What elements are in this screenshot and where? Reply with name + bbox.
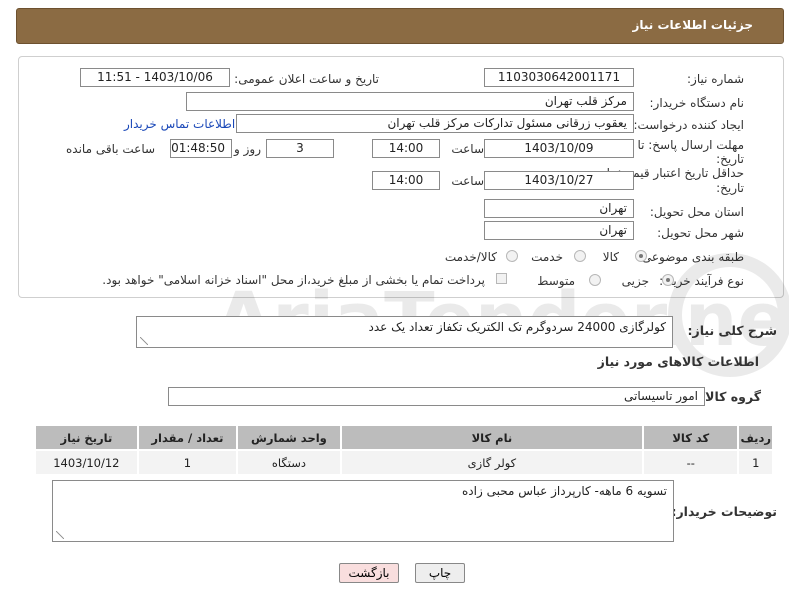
cell-qty: 1	[136, 449, 239, 476]
buyer-org-label: نام دستگاه خریدار:	[649, 96, 745, 110]
col-date: تاریخ نیاز	[34, 424, 139, 451]
description-text: کولرگازی 24000 سردوگرم تک الکتریک تکفاز …	[368, 320, 666, 334]
purchase-medium-radio[interactable]	[589, 274, 601, 286]
goods-group-field[interactable]: امور تاسیساتی	[168, 387, 705, 406]
page-header: جزئیات اطلاعات نیاز	[16, 8, 784, 44]
col-unit: واحد شمارش	[236, 424, 342, 451]
buyer-notes-label: توضیحات خریدار:	[671, 504, 777, 519]
creator-label: ایجاد کننده درخواست:	[633, 118, 744, 132]
category-goods-service-label: کالا/خدمت	[444, 250, 497, 264]
buyer-notes-text: تسویه 6 ماهه- کارپرداز عباس محبی زاده	[462, 484, 667, 498]
contact-info-link[interactable]: اطلاعات تماس خریدار	[124, 117, 235, 131]
reply-deadline-label-2: تاریخ:	[716, 152, 744, 166]
purchase-minor-radio[interactable]	[662, 274, 674, 286]
price-date-field[interactable]: 1403/10/27	[484, 171, 634, 190]
page-title: جزئیات اطلاعات نیاز	[632, 18, 753, 32]
need-number-label: شماره نیاز:	[687, 72, 744, 86]
reply-deadline-label: مهلت ارسال پاسخ: تا	[637, 138, 744, 152]
cell-unit: دستگاه	[236, 449, 342, 476]
price-time-field[interactable]: 14:00	[372, 171, 440, 190]
reply-date-field[interactable]: 1403/10/09	[484, 139, 634, 158]
category-service-label: خدمت	[531, 250, 563, 264]
description-field[interactable]: کولرگازی 24000 سردوگرم تک الکتریک تکفاز …	[136, 316, 673, 348]
category-service-radio[interactable]	[574, 250, 586, 262]
days-label: روز و	[234, 142, 261, 156]
cell-row: 1	[737, 449, 774, 476]
goods-section-title: اطلاعات کالاهای مورد نیاز	[597, 354, 759, 369]
treasury-payment-checkbox[interactable]	[496, 273, 507, 284]
goods-group-label: گروه کالا:	[700, 389, 761, 404]
purchase-minor-label: جزیی	[621, 274, 649, 288]
print-button[interactable]: چاپ	[415, 563, 465, 583]
days-field[interactable]: 3	[266, 139, 334, 158]
creator-field[interactable]: یعقوب زرقانی مسئول تدارکات مرکز قلب تهرا…	[236, 114, 634, 133]
category-goods-service-radio[interactable]	[506, 250, 518, 262]
reply-time-label: ساعت	[451, 142, 484, 156]
goods-table: ردیف کد کالا نام کالا واحد شمارش تعداد /…	[34, 424, 774, 476]
city-label: شهر محل تحویل:	[657, 226, 744, 240]
announce-field[interactable]: 1403/10/06 - 11:51	[80, 68, 230, 87]
table-row: 1 -- کولر گازی دستگاه 1 1403/10/12	[34, 449, 774, 476]
col-row: ردیف	[737, 424, 774, 451]
buyer-org-field[interactable]: مرکز قلب تهران	[186, 92, 634, 111]
purchase-medium-label: متوسط	[537, 274, 575, 288]
cell-date: 1403/10/12	[34, 449, 139, 476]
col-qty: تعداد / مقدار	[136, 424, 239, 451]
buyer-notes-field[interactable]: تسویه 6 ماهه- کارپرداز عباس محبی زاده	[52, 480, 674, 542]
province-field[interactable]: تهران	[484, 199, 634, 218]
category-goods-radio[interactable]	[635, 250, 647, 262]
price-time-label: ساعت	[451, 174, 484, 188]
province-label: استان محل تحویل:	[649, 205, 744, 219]
cell-code: --	[642, 449, 740, 476]
category-label: طبقه بندی موضوعی:	[637, 250, 744, 264]
col-code: کد کالا	[642, 424, 740, 451]
city-field[interactable]: تهران	[484, 221, 634, 240]
reply-time-field[interactable]: 14:00	[372, 139, 440, 158]
remaining-label: ساعت باقی مانده	[66, 142, 156, 156]
need-number-field[interactable]: 1103030642001171	[484, 68, 634, 87]
price-deadline-label-2: تاریخ:	[716, 181, 744, 195]
resize-grip-icon[interactable]	[140, 337, 148, 345]
treasury-payment-note: پرداخت تمام یا بخشی از مبلغ خرید،از محل …	[102, 273, 485, 287]
cell-name: کولر گازی	[339, 449, 645, 476]
back-button[interactable]: بازگشت	[339, 563, 399, 583]
goods-table-header: ردیف کد کالا نام کالا واحد شمارش تعداد /…	[34, 424, 774, 451]
remaining-time-field[interactable]: 01:48:50	[170, 139, 232, 158]
category-goods-label: کالا	[602, 250, 619, 264]
description-label: شرح کلی نیاز:	[687, 323, 777, 338]
col-name: نام کالا	[339, 424, 645, 451]
announce-label: تاریخ و ساعت اعلان عمومی:	[234, 72, 379, 86]
resize-grip-icon[interactable]	[56, 531, 64, 539]
